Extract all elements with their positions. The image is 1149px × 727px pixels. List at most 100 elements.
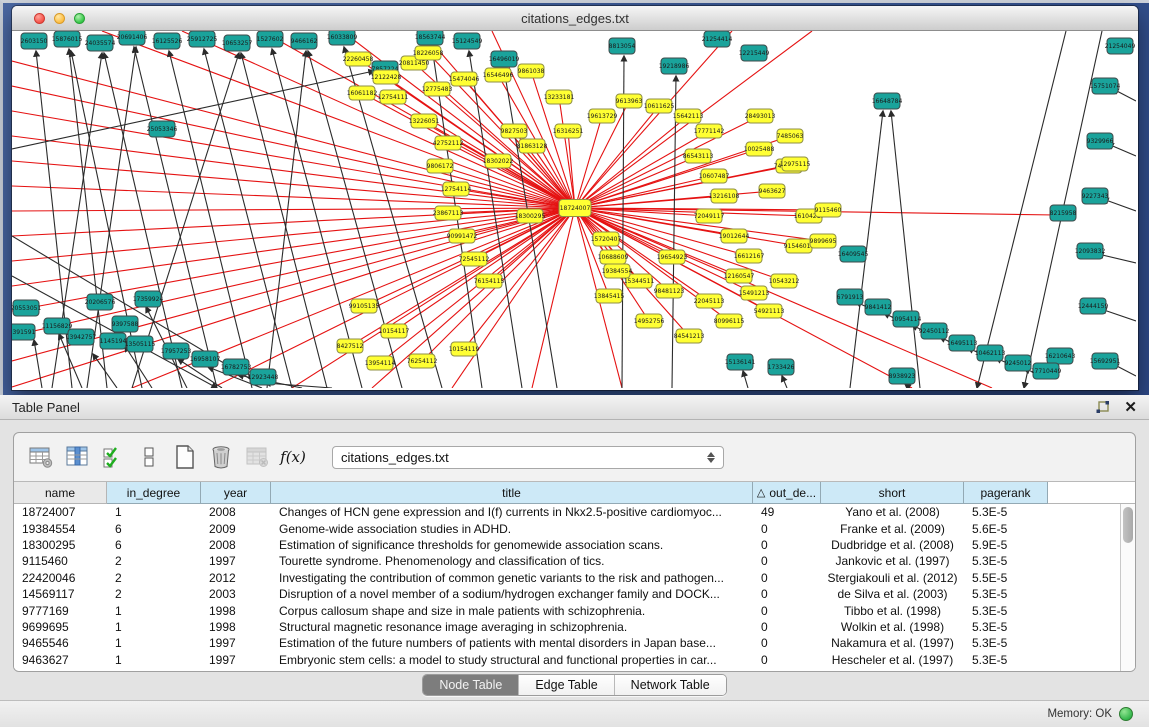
cell-in_degree[interactable]: 2 xyxy=(107,553,201,569)
table-row[interactable]: 911546021997Tourette syndrome. Phenomeno… xyxy=(14,553,1135,569)
cell-short[interactable]: Wolkin et al. (1998) xyxy=(821,619,964,635)
cell-short[interactable]: Yano et al. (2008) xyxy=(821,504,964,520)
graph-node-yellow[interactable]: 10688609 xyxy=(598,250,629,264)
cell-short[interactable]: Hescheler et al. (1997) xyxy=(821,652,964,668)
graph-node-yellow[interactable]: 10607487 xyxy=(699,169,730,183)
import-table-icon[interactable] xyxy=(242,442,272,472)
column-header-in_degree[interactable]: in_degree xyxy=(107,482,201,504)
graph-node-teal[interactable]: 8938923 xyxy=(889,368,916,384)
graph-node-yellow[interactable]: 98481123 xyxy=(654,284,685,298)
graph-node-teal[interactable]: 8813054 xyxy=(609,38,636,54)
graph-node-teal[interactable]: 16958107 xyxy=(190,351,221,367)
graph-node-yellow[interactable]: 54921113 xyxy=(754,304,785,318)
cell-title[interactable]: Genome-wide association studies in ADHD. xyxy=(271,520,753,536)
cell-pagerank[interactable]: 5.6E-5 xyxy=(964,520,1048,536)
graph-node-teal[interactable]: 18563744 xyxy=(415,31,446,45)
cell-pagerank[interactable]: 5.3E-5 xyxy=(964,586,1048,602)
graph-node-yellow[interactable]: 86543113 xyxy=(683,149,714,163)
graph-node-yellow[interactable]: 9827503 xyxy=(501,124,528,138)
cell-name[interactable]: 9115460 xyxy=(14,553,107,569)
table-row[interactable]: 1938455462009Genome-wide association stu… xyxy=(14,520,1135,536)
tab-network-table[interactable]: Network Table xyxy=(615,675,726,695)
graph-node-teal[interactable]: 9466162 xyxy=(291,33,318,49)
table-row[interactable]: 2242004622012Investigating the contribut… xyxy=(14,570,1135,586)
cell-title[interactable]: Structural magnetic resonance image aver… xyxy=(271,619,753,635)
select-all-icon[interactable] xyxy=(98,442,128,472)
cell-short[interactable]: Jankovic et al. (1997) xyxy=(821,553,964,569)
graph-node-yellow[interactable]: 10543212 xyxy=(769,274,800,288)
graph-node-yellow[interactable]: 15720407 xyxy=(591,232,622,246)
cell-title[interactable]: Estimation of significance thresholds fo… xyxy=(271,537,753,553)
cell-out_degree[interactable]: 0 xyxy=(753,537,821,553)
cell-title[interactable]: Embryonic stem cells: a model to study s… xyxy=(271,652,753,668)
graph-node-yellow[interactable]: 13226051 xyxy=(409,114,440,128)
table-row[interactable]: 1830029562008Estimation of significance … xyxy=(14,537,1135,553)
cell-pagerank[interactable]: 5.3E-5 xyxy=(964,602,1048,618)
graph-node-yellow[interactable]: 9115460 xyxy=(815,203,842,217)
column-header-pagerank[interactable]: pagerank xyxy=(964,482,1048,504)
graph-node-teal[interactable]: 12093832 xyxy=(1075,243,1106,259)
graph-node-teal[interactable]: 9329966 xyxy=(1087,133,1114,149)
cell-pagerank[interactable]: 5.3E-5 xyxy=(964,619,1048,635)
graph-node-yellow[interactable]: 18300295 xyxy=(515,209,546,223)
cell-in_degree[interactable]: 2 xyxy=(107,570,201,586)
graph-node-yellow[interactable]: 18302022 xyxy=(483,154,514,168)
cell-in_degree[interactable]: 1 xyxy=(107,652,201,668)
graph-node-yellow[interactable]: 16612167 xyxy=(734,249,765,263)
graph-node-yellow[interactable]: 22045113 xyxy=(694,294,725,308)
graph-node-yellow[interactable]: 9899695 xyxy=(810,234,837,248)
graph-node-yellow[interactable]: 19613729 xyxy=(587,109,618,123)
graph-node-teal[interactable]: 10954114 xyxy=(891,311,922,327)
graph-node-teal[interactable]: 24035574 xyxy=(85,35,116,51)
table-row[interactable]: 969969511998Structural magnetic resonanc… xyxy=(14,619,1135,635)
graph-node-yellow[interactable]: 84541213 xyxy=(674,329,705,343)
cell-year[interactable]: 1997 xyxy=(201,635,271,651)
select-columns-icon[interactable] xyxy=(62,442,92,472)
graph-node-yellow[interactable]: 15474046 xyxy=(449,72,480,86)
cell-in_degree[interactable]: 2 xyxy=(107,586,201,602)
cell-name[interactable]: 14569117 xyxy=(14,586,107,602)
graph-node-yellow[interactable]: 19654923 xyxy=(657,250,688,264)
column-header-title[interactable]: title xyxy=(271,482,753,504)
table-row[interactable]: 1456911722003Disruption of a novel membe… xyxy=(14,586,1135,602)
graph-node-yellow[interactable]: 9806172 xyxy=(427,159,454,173)
graph-node-yellow[interactable]: 12775483 xyxy=(422,82,453,96)
cell-in_degree[interactable]: 1 xyxy=(107,602,201,618)
graph-node-yellow[interactable]: 19012644 xyxy=(719,229,750,243)
cell-year[interactable]: 2008 xyxy=(201,537,271,553)
cell-name[interactable]: 18300295 xyxy=(14,537,107,553)
cell-year[interactable]: 1997 xyxy=(201,652,271,668)
graph-node-yellow[interactable]: 8427512 xyxy=(337,339,364,353)
graph-node-teal[interactable]: 6791913 xyxy=(837,289,864,305)
graph-node-yellow[interactable]: 15491213 xyxy=(739,286,770,300)
graph-node-teal[interactable]: 10653257 xyxy=(222,35,253,51)
tab-node-table[interactable]: Node Table xyxy=(423,675,519,695)
graph-node-teal[interactable]: 10462113 xyxy=(975,345,1006,361)
graph-node-yellow[interactable]: 19384554 xyxy=(602,264,633,278)
graph-node-teal[interactable]: 16782753 xyxy=(221,359,252,375)
graph-node-teal[interactable]: 92450112 xyxy=(919,323,950,339)
graph-node-yellow[interactable]: 7485063 xyxy=(777,129,804,143)
cell-year[interactable]: 2008 xyxy=(201,504,271,520)
cell-short[interactable]: Stergiakouli et al. (2012) xyxy=(821,570,964,586)
graph-node-teal[interactable]: 9227343 xyxy=(1082,188,1109,204)
graph-node-teal[interactable]: 16648784 xyxy=(872,93,903,109)
graph-node-yellow[interactable]: 72049117 xyxy=(694,209,725,223)
graph-node-teal[interactable]: 15751074 xyxy=(1090,78,1121,94)
graph-node-yellow[interactable]: 9613963 xyxy=(616,94,643,108)
cell-title[interactable]: Tourette syndrome. Phenomenology and cla… xyxy=(271,553,753,569)
graph-node-yellow[interactable]: 13845415 xyxy=(594,289,625,303)
graph-node-teal[interactable]: 1145194 xyxy=(100,333,127,349)
graph-node-yellow[interactable]: 72545112 xyxy=(459,252,490,266)
cell-short[interactable]: Nakamura et al. (1997) xyxy=(821,635,964,651)
cell-year[interactable]: 2003 xyxy=(201,586,271,602)
unselect-all-icon[interactable] xyxy=(134,442,164,472)
graph-node-teal[interactable]: 16495113 xyxy=(947,335,978,351)
graph-node-yellow[interactable]: 22260458 xyxy=(343,52,374,66)
graph-hub-node[interactable]: 18724007 xyxy=(559,200,591,217)
graph-node-yellow[interactable]: 23867113 xyxy=(433,206,464,220)
cell-name[interactable]: 9777169 xyxy=(14,602,107,618)
cell-in_degree[interactable]: 6 xyxy=(107,537,201,553)
table-row[interactable]: 977716911998Corpus callosum shape and si… xyxy=(14,602,1135,618)
graph-node-teal[interactable]: 12923448 xyxy=(248,369,279,385)
